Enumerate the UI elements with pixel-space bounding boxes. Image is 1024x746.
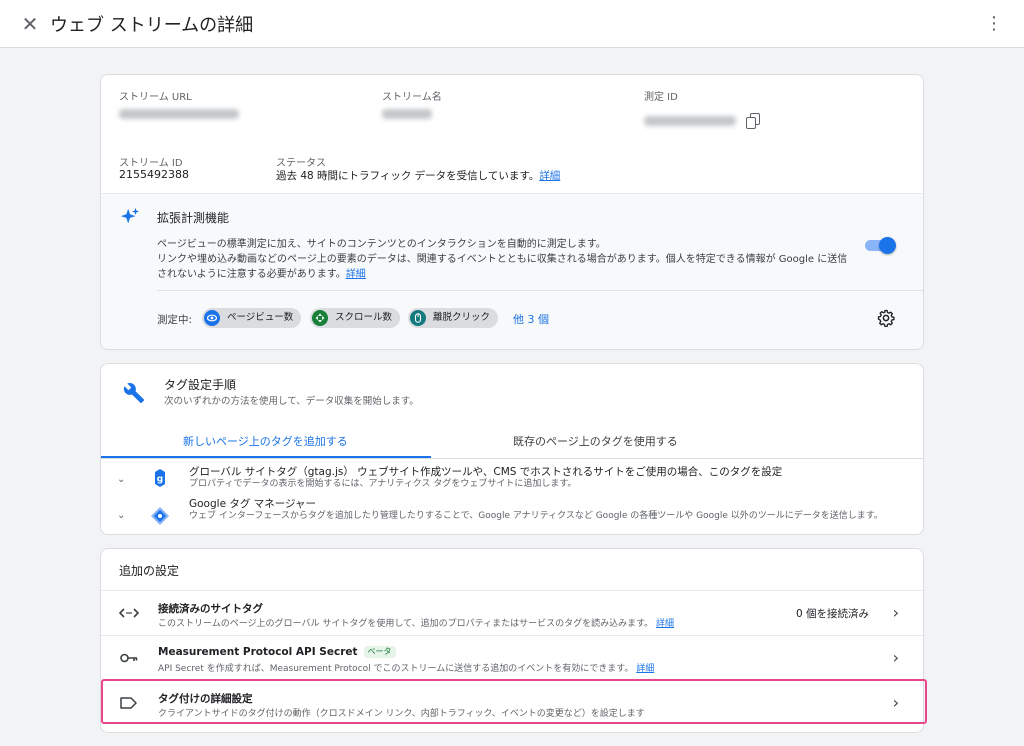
stream-url-value-redacted [119,109,239,119]
enhanced-details-link[interactable]: 詳細 [346,269,366,280]
gtag-desc: プロパティでデータの表示を開始するには、アナリティクス タグをウェブサイトに追加… [189,479,577,489]
chevron-down-icon[interactable]: ⌄ [117,510,125,521]
measurement-protocol-title: Measurement Protocol API Secret ベータ [158,646,396,658]
measurement-id-value-redacted [644,116,736,126]
chip-pageviews: ページビュー数 [202,308,302,328]
enhanced-measurement-section: 拡張計測機能 ページビューの標準測定に加え、サイトのコンテンツとのインタラクショ… [101,193,923,349]
sparkle-icon [120,207,140,224]
tagging-tabs: 新しいページ上のタグを追加する 既存のページ上のタグを使用する [101,424,923,459]
additional-settings-card: 追加の設定 接続済みのサイトタグ このストリームのページ上のグローバル サイトタ… [100,548,924,733]
gtm-icon [151,507,169,525]
stream-url-label: ストリーム URL [119,92,192,103]
code-icon [119,608,139,618]
tab-add-new-tag[interactable]: 新しいページ上のタグを追加する [183,433,348,449]
connected-site-tags-row[interactable]: 接続済みのサイトタグ このストリームのページ上のグローバル サイトタグを使用して… [101,590,923,634]
measurement-protocol-details-link[interactable]: 詳細 [636,664,654,674]
tagging-instructions-card: タグ設定手順 次のいずれかの方法を使用して、データ収集を開始します。 新しいペー… [100,363,924,535]
page-title: ウェブ ストリームの詳細 [50,15,254,36]
tagging-subtitle: 次のいずれかの方法を使用して、データ収集を開始します。 [164,396,419,407]
connected-site-tags-desc: このストリームのページ上のグローバル サイトタグを使用して、追加のプロパティまた… [158,619,675,629]
stream-details-card: ストリーム URL ストリーム名 測定 ID ストリーム ID 21554923… [100,74,924,350]
status-label: ステータス [276,158,326,169]
gtm-desc: ウェブ インターフェースからタグを追加したり管理したりすることで、Google … [189,511,883,521]
gtag-title: グローバル サイトタグ（gtag.js） ウェブサイト作成ツールや、CMS でホ… [189,466,783,478]
active-tab-indicator [101,456,431,458]
chevron-right-icon[interactable]: › [893,603,899,622]
status-text: 過去 48 時間にトラフィック データを受信しています。詳細 [276,170,561,182]
additional-settings-title: 追加の設定 [119,564,180,578]
chevron-right-icon[interactable]: › [893,693,899,712]
top-app-bar: ✕ ウェブ ストリームの詳細 ⋮ [0,0,1024,48]
measurement-id-label: 測定 ID [644,92,678,103]
measuring-label: 測定中: [157,314,193,326]
advanced-tagging-desc: クライアントサイドのタグ付けの動作（クロスドメイン リンク、内部トラフィック、イ… [158,709,645,719]
stream-name-value-redacted [382,109,432,119]
enhanced-measurement-toggle[interactable] [865,237,896,254]
key-icon [120,653,138,663]
gtm-row[interactable]: ⌄ Google タグ マネージャー ウェブ インターフェースからタグを追加した… [101,496,923,534]
advanced-tagging-row[interactable]: タグ付けの詳細設定 クライアントサイドのタグ付けの動作（クロスドメイン リンク、… [101,680,923,724]
measurement-protocol-row[interactable]: Measurement Protocol API Secret ベータ API S… [101,635,923,679]
connected-site-tags-title: 接続済みのサイトタグ [158,603,263,615]
gtm-title: Google タグ マネージャー [189,498,316,510]
enhanced-measurement-title: 拡張計測機能 [157,211,230,225]
connected-count: 0 個を接続済み [795,608,869,620]
more-events-link[interactable]: 他 3 個 [513,311,549,327]
status-details-link[interactable]: 詳細 [539,170,560,182]
label-icon [120,697,137,709]
mouse-icon [410,310,426,326]
chevron-down-icon[interactable]: ⌄ [117,474,125,485]
more-vert-icon[interactable]: ⋮ [982,12,1006,36]
advanced-tagging-title: タグ付けの詳細設定 [158,693,253,705]
gear-icon[interactable] [877,309,895,327]
gtag-icon: g [155,469,165,487]
chip-scrolls: スクロール数 [310,308,401,328]
stream-id-value: 2155492388 [119,168,189,181]
eye-icon [204,310,220,326]
stream-id-label: ストリーム ID [119,158,183,169]
tagging-title: タグ設定手順 [164,378,237,392]
svg-text:g: g [157,475,163,485]
copy-icon[interactable] [746,113,760,129]
chevron-right-icon[interactable]: › [893,648,899,667]
close-icon[interactable]: ✕ [18,12,42,36]
tab-use-existing-tag[interactable]: 既存のページ上のタグを使用する [513,433,678,449]
scroll-icon [312,310,328,326]
beta-badge: ベータ [363,646,396,658]
measurement-protocol-desc: API Secret を作成すれば、Measurement Protocol で… [158,664,655,674]
stream-name-label: ストリーム名 [382,92,442,103]
divider [157,290,923,291]
gtag-row[interactable]: ⌄ g グローバル サイトタグ（gtag.js） ウェブサイト作成ツールや、CM… [101,462,923,496]
connected-tags-details-link[interactable]: 詳細 [656,619,674,629]
chip-outbound-clicks: 離脱クリック [408,308,499,328]
enhanced-measurement-desc: ページビューの標準測定に加え、サイトのコンテンツとのインタラクションを自動的に測… [157,239,848,280]
wrench-icon [123,383,145,404]
